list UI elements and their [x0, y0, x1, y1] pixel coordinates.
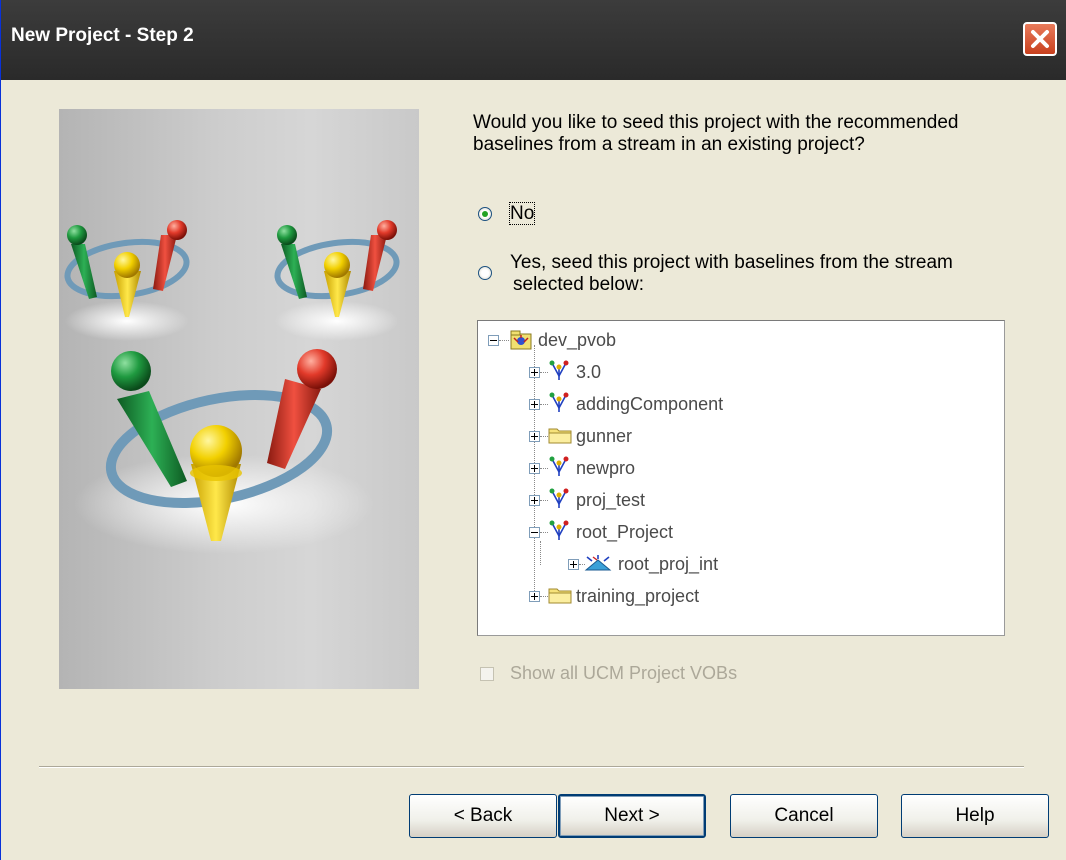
tree-item[interactable]: gunner [478, 420, 998, 452]
tree-item[interactable]: proj_test [478, 484, 998, 516]
stream-tree-view[interactable]: dev_pvob 3.0 addingComponent gunner newp… [477, 320, 1005, 636]
show-all-vobs-checkbox[interactable] [480, 667, 494, 681]
project-icon [549, 456, 569, 476]
seed-question: Would you like to seed this project with… [473, 112, 959, 155]
show-all-vobs-label: Show all UCM Project VOBs [510, 663, 738, 683]
folder-icon [548, 588, 572, 604]
dialog-body: Would you like to seed this project with… [1, 80, 1066, 860]
expand-icon[interactable] [529, 463, 540, 474]
stream-icon [584, 555, 612, 571]
wizard-illustration [59, 109, 419, 689]
new-project-dialog: New Project - Step 2 Would you like to s… [0, 0, 1066, 860]
tree-item[interactable]: addingComponent [478, 388, 998, 420]
tree-item-label: root_Project [576, 522, 674, 542]
window-title: New Project - Step 2 [11, 25, 194, 46]
project-icon [549, 392, 569, 412]
team-figures-image [64, 220, 400, 554]
expand-icon[interactable] [568, 559, 579, 570]
tree-connector [540, 532, 548, 534]
yes-radio[interactable] [478, 266, 492, 280]
expand-icon[interactable] [529, 495, 540, 506]
expand-icon[interactable] [529, 431, 540, 442]
tree-connector [540, 372, 548, 374]
no-radio-label[interactable]: No [508, 202, 536, 225]
no-radio[interactable] [478, 207, 492, 221]
tree-child-label: root_proj_int [618, 554, 719, 574]
collapse-icon[interactable] [529, 527, 540, 538]
project-icon [549, 488, 569, 508]
yes-label-line2: selected below: [513, 274, 644, 295]
tree-item-label: addingComponent [576, 394, 724, 414]
close-icon [1031, 30, 1049, 48]
back-button[interactable]: < Back [409, 794, 557, 838]
expand-icon[interactable] [529, 591, 540, 602]
cancel-button[interactable]: Cancel [730, 794, 878, 838]
tree-item-expanded[interactable]: root_Project [478, 516, 998, 548]
tree-item[interactable]: 3.0 [478, 356, 998, 388]
tree-item[interactable]: newpro [478, 452, 998, 484]
tree-child-item[interactable]: root_proj_int [478, 548, 998, 580]
tree-connector [540, 468, 548, 470]
tree-connector [540, 404, 548, 406]
tree-connector [540, 436, 548, 438]
tree-connector [540, 500, 548, 502]
collapse-icon[interactable] [488, 335, 499, 346]
tree-item-label: training_project [576, 586, 700, 606]
pvob-icon [510, 330, 532, 350]
tree-root-label: dev_pvob [538, 330, 617, 350]
close-button[interactable] [1023, 22, 1057, 56]
no-label-text: No [508, 202, 536, 225]
expand-icon[interactable] [529, 399, 540, 410]
tree-item-label: gunner [576, 426, 633, 446]
help-button[interactable]: Help [901, 794, 1049, 838]
tree-connector [540, 596, 548, 598]
tree-item-label: newpro [576, 458, 636, 478]
tree-connector [499, 340, 509, 342]
tree-root-row[interactable]: dev_pvob [478, 324, 998, 356]
tree-item-label: proj_test [576, 490, 646, 510]
project-icon [549, 520, 569, 540]
tree-item-label: 3.0 [576, 362, 602, 382]
button-separator [39, 766, 1024, 768]
expand-icon[interactable] [529, 367, 540, 378]
yes-label-line1: Yes, seed this project with baselines fr… [510, 252, 953, 273]
title-bar[interactable]: New Project - Step 2 [1, 0, 1066, 80]
tree-item[interactable]: training_project [478, 580, 998, 612]
folder-icon [548, 428, 572, 444]
yes-radio-label[interactable]: Yes, seed this project with baselines fr… [510, 252, 953, 296]
project-icon [549, 360, 569, 380]
next-button[interactable]: Next > [558, 794, 706, 838]
